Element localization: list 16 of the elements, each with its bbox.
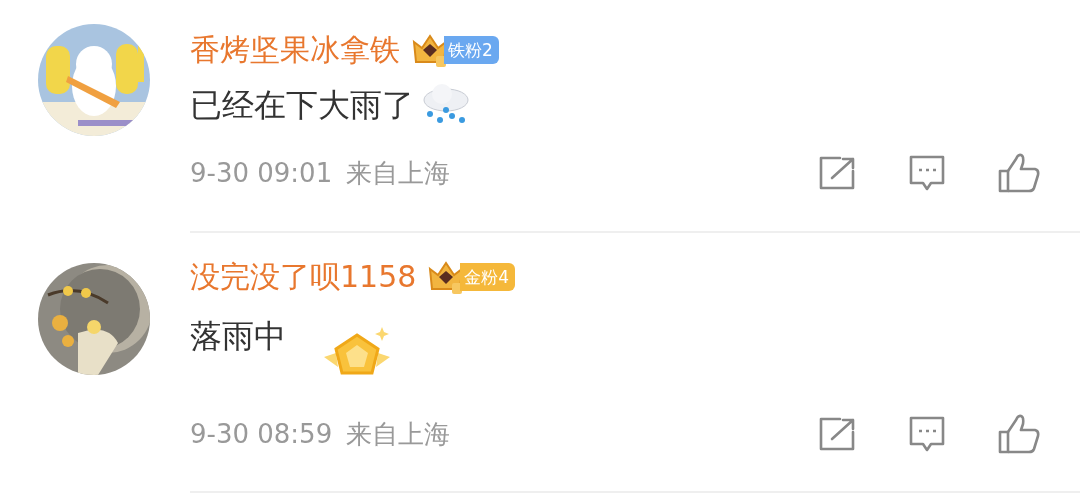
share-icon[interactable] bbox=[818, 417, 856, 451]
fan-badge: 铁粉2 bbox=[444, 36, 499, 64]
post-location: 来自上海 bbox=[346, 156, 451, 190]
post-time: 9-30 08:59 bbox=[190, 419, 333, 449]
post-location: 来自上海 bbox=[346, 417, 451, 451]
comment-icon[interactable] bbox=[908, 416, 946, 452]
post-time: 9-30 09:01 bbox=[190, 158, 333, 188]
like-icon[interactable] bbox=[998, 414, 1040, 454]
like-icon[interactable] bbox=[998, 153, 1040, 193]
fan-badge: 金粉4 bbox=[460, 263, 516, 291]
user-name[interactable]: 香烤坚果冰拿铁 bbox=[190, 30, 400, 70]
user-name[interactable]: 没完没了呗1158 bbox=[190, 257, 417, 297]
comment-icon[interactable] bbox=[908, 155, 946, 191]
comment-text: 落雨中 bbox=[190, 316, 286, 357]
share-icon[interactable] bbox=[818, 156, 856, 190]
comment-text: 已经在下大雨了 bbox=[190, 85, 414, 126]
